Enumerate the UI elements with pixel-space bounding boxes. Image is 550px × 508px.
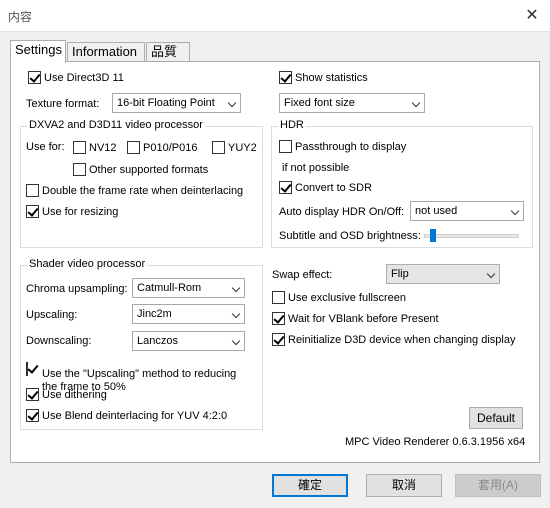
dialog-footer: 確定 取消 套用(A) xyxy=(0,463,550,508)
checkbox-box xyxy=(26,184,39,197)
chroma-select[interactable]: Catmull-Rom xyxy=(132,278,245,298)
checkbox-box xyxy=(279,181,292,194)
chevron-down-icon xyxy=(411,98,421,108)
other-formats-label: Other supported formats xyxy=(89,163,209,176)
downscaling-select[interactable]: Lanczos xyxy=(132,331,245,351)
checkbox-box xyxy=(73,141,86,154)
checkbox-box xyxy=(73,163,86,176)
dithering-checkbox[interactable]: Use dithering xyxy=(26,388,107,401)
reinit-d3d-checkbox[interactable]: Reinitialize D3D device when changing di… xyxy=(272,333,515,346)
texture-format-label: Texture format: xyxy=(26,98,100,110)
upscaling-select[interactable]: Jinc2m xyxy=(132,304,245,324)
p010-checkbox[interactable]: P010/P016 xyxy=(127,141,197,154)
auto-hdr-value: not used xyxy=(415,205,458,217)
use-d3d11-label: Use Direct3D 11 xyxy=(44,71,124,84)
texture-format-select[interactable]: 16-bit Floating Point xyxy=(112,93,241,113)
show-statistics-label: Show statistics xyxy=(295,71,368,84)
resizing-checkbox[interactable]: Use for resizing xyxy=(26,205,118,218)
double-rate-checkbox[interactable]: Double the frame rate when deinterlacing xyxy=(26,184,243,197)
show-statistics-checkbox[interactable]: Show statistics xyxy=(279,71,368,84)
window-title: 内容 xyxy=(8,10,33,24)
p010-label: P010/P016 xyxy=(143,141,198,154)
chevron-down-icon xyxy=(486,269,496,279)
tab-quality[interactable]: 品質 xyxy=(146,42,190,62)
font-size-select[interactable]: Fixed font size xyxy=(279,93,425,113)
cancel-button[interactable]: 取消 xyxy=(366,474,442,497)
convert-sdr-label: Convert to SDR xyxy=(295,181,373,194)
double-rate-label: Double the frame rate when deinterlacing xyxy=(42,184,244,197)
default-button[interactable]: Default xyxy=(469,407,523,429)
passthrough-checkbox[interactable]: Passthrough to display xyxy=(279,140,406,153)
upscaling-label: Upscaling: xyxy=(26,309,78,321)
use-for-label: Use for: xyxy=(26,141,65,153)
nv12-checkbox[interactable]: NV12 xyxy=(73,141,117,154)
version-label: MPC Video Renderer 0.6.3.1956 x64 xyxy=(345,436,526,448)
checkbox-box xyxy=(272,312,285,325)
chroma-value: Catmull-Rom xyxy=(137,282,202,294)
reinit-d3d-label: Reinitialize D3D device when changing di… xyxy=(288,333,516,346)
downscaling-label: Downscaling: xyxy=(26,335,92,347)
passthrough-label: Passthrough to display xyxy=(295,140,407,153)
shader-group-title: Shader video processor xyxy=(27,258,148,270)
upscaling-value: Jinc2m xyxy=(137,308,172,320)
checkbox-box xyxy=(26,205,39,218)
convert-sdr-checkbox[interactable]: Convert to SDR xyxy=(279,181,372,194)
chevron-down-icon xyxy=(231,283,241,293)
ok-button[interactable]: 確定 xyxy=(272,474,348,497)
other-formats-checkbox[interactable]: Other supported formats xyxy=(73,163,208,176)
blend-deinterlace-checkbox[interactable]: Use Blend deinterlacing for YUV 4:2:0 xyxy=(26,409,227,422)
use-upscaling-method-line1: Use the "Upscaling" method to reducing xyxy=(42,368,237,380)
hdr-group-title: HDR xyxy=(278,119,306,131)
exclusive-fullscreen-checkbox[interactable]: Use exclusive fullscreen xyxy=(272,291,406,304)
brightness-slider-track[interactable] xyxy=(424,234,519,238)
vblank-checkbox[interactable]: Wait for VBlank before Present xyxy=(272,312,439,325)
apply-button[interactable]: 套用(A) xyxy=(455,474,541,497)
swap-effect-select[interactable]: Flip xyxy=(386,264,500,284)
chevron-down-icon xyxy=(231,336,241,346)
downscaling-value: Lanczos xyxy=(137,335,178,347)
auto-hdr-label: Auto display HDR On/Off: xyxy=(279,206,405,218)
swap-effect-value: Flip xyxy=(391,268,409,280)
chevron-down-icon xyxy=(231,309,241,319)
chroma-label: Chroma upsampling: xyxy=(26,283,128,295)
checkbox-box xyxy=(272,291,285,304)
checkbox-box xyxy=(26,388,39,401)
title-bar: 内容 ✕ xyxy=(0,0,550,32)
checkbox-box xyxy=(212,141,225,154)
checkbox-box xyxy=(279,140,292,153)
brightness-slider-thumb[interactable] xyxy=(429,229,436,242)
blend-deinterlace-label: Use Blend deinterlacing for YUV 4:2:0 xyxy=(42,409,228,422)
nv12-label: NV12 xyxy=(89,141,117,154)
settings-panel: Use Direct3D 11 Texture format: 16-bit F… xyxy=(10,61,540,463)
brightness-label: Subtitle and OSD brightness: xyxy=(279,230,421,242)
checkbox-box xyxy=(127,141,140,154)
resizing-label: Use for resizing xyxy=(42,205,119,218)
checkbox-box xyxy=(28,71,41,84)
use-d3d11-checkbox[interactable]: Use Direct3D 11 xyxy=(28,71,124,84)
dithering-label: Use dithering xyxy=(42,388,107,401)
checkbox-box xyxy=(26,362,28,376)
yuy2-checkbox[interactable]: YUY2 xyxy=(212,141,257,154)
font-size-value: Fixed font size xyxy=(284,97,355,109)
dxva-group-title: DXVA2 and D3D11 video processor xyxy=(27,119,205,131)
auto-hdr-select[interactable]: not used xyxy=(410,201,524,221)
chevron-down-icon xyxy=(510,206,520,216)
tab-settings[interactable]: Settings xyxy=(10,40,66,63)
vblank-label: Wait for VBlank before Present xyxy=(288,312,439,325)
chevron-down-icon xyxy=(227,98,237,108)
close-icon[interactable]: ✕ xyxy=(522,6,542,26)
checkbox-box xyxy=(279,71,292,84)
yuy2-label: YUY2 xyxy=(228,141,257,154)
swap-effect-label: Swap effect: xyxy=(272,269,333,281)
checkbox-box xyxy=(26,409,39,422)
texture-format-value: 16-bit Floating Point xyxy=(117,97,215,109)
if-not-possible-label: if not possible xyxy=(282,162,350,174)
checkbox-box xyxy=(272,333,285,346)
exclusive-fullscreen-label: Use exclusive fullscreen xyxy=(288,291,406,304)
tab-information[interactable]: Information xyxy=(67,42,145,62)
